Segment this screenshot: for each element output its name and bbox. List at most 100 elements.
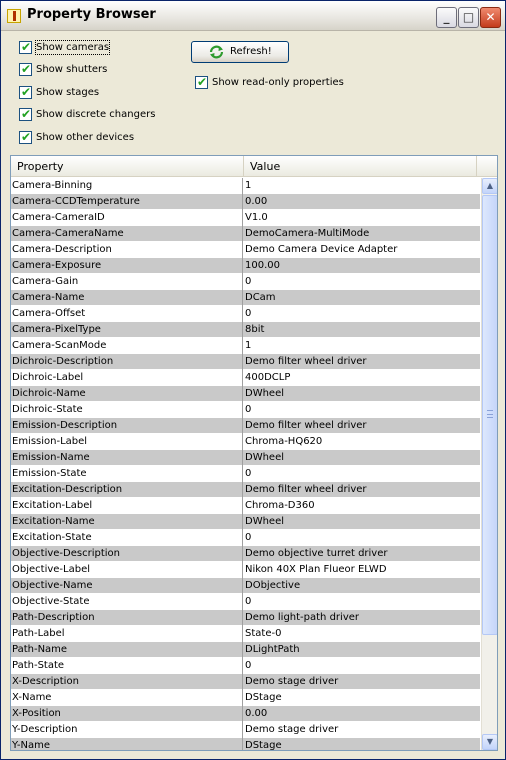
table-row[interactable]: Objective-State 0 (11, 594, 480, 610)
table-row[interactable]: Path-Name DLightPath (11, 642, 480, 658)
table-row[interactable]: Dichroic-Name DWheel (11, 386, 480, 402)
value-cell[interactable]: DWheel (244, 386, 480, 402)
value-cell[interactable]: 0 (244, 274, 480, 290)
show-other-devices-checkbox[interactable]: ✔ Show other devices (19, 130, 149, 145)
scroll-down-button[interactable]: ▼ (482, 734, 497, 750)
table-row[interactable]: Dichroic-State 0 (11, 402, 480, 418)
value-cell[interactable]: Demo filter wheel driver (244, 482, 480, 498)
table-row[interactable]: Camera-Exposure 100.00 (11, 258, 480, 274)
table-row[interactable]: Emission-Description Demo filter wheel dr… (11, 418, 480, 434)
value-cell[interactable]: 0 (244, 530, 480, 546)
value-cell[interactable]: DWheel (244, 450, 480, 466)
table-row[interactable]: Y-Name DStage (11, 738, 480, 750)
value-cell[interactable]: DCam (244, 290, 480, 306)
table-row[interactable]: Objective-Description Demo objective turr… (11, 546, 480, 562)
table-row[interactable]: Camera-PixelType 8bit (11, 322, 480, 338)
table-row[interactable]: Path-Label State-0 (11, 626, 480, 642)
table-row[interactable]: Excitation-Name DWheel (11, 514, 480, 530)
table-row[interactable]: Camera-Offset 0 (11, 306, 480, 322)
table-row[interactable]: Camera-ScanMode 1 (11, 338, 480, 354)
table-row[interactable]: Excitation-Description Demo filter wheel … (11, 482, 480, 498)
checkmark-icon: ✔ (197, 75, 208, 89)
column-header-property[interactable]: Property (11, 156, 244, 177)
value-cell[interactable]: 0 (244, 402, 480, 418)
value-cell[interactable]: Demo stage driver (244, 674, 480, 690)
checkbox-box: ✔ (195, 75, 208, 89)
value-cell[interactable]: 0 (244, 466, 480, 482)
show-other-devices-label: Show other devices (36, 132, 135, 143)
table-row[interactable]: Camera-Gain 0 (11, 274, 480, 290)
value-cell[interactable]: DObjective (244, 578, 480, 594)
property-cell: Camera-PixelType (11, 322, 243, 338)
show-readonly-checkbox[interactable]: ✔ Show read-only properties (195, 75, 345, 90)
table-row[interactable]: Emission-Label Chroma-HQ620 (11, 434, 480, 450)
property-cell: Objective-Description (11, 546, 243, 562)
table-row[interactable]: X-Name DStage (11, 690, 480, 706)
table-row[interactable]: Path-Description Demo light-path driver (11, 610, 480, 626)
scroll-up-button[interactable]: ▲ (482, 178, 497, 194)
show-discrete-changers-checkbox[interactable]: ✔ Show discrete changers (19, 107, 169, 122)
table-row[interactable]: Emission-State 0 (11, 466, 480, 482)
value-cell[interactable]: Demo filter wheel driver (244, 418, 480, 434)
table-row[interactable]: Camera-CameraID V1.0 (11, 210, 480, 226)
value-cell[interactable]: DWheel (244, 514, 480, 530)
value-cell[interactable]: 0.00 (244, 194, 480, 210)
minimize-button[interactable]: _ (436, 7, 457, 28)
value-cell[interactable]: 0 (244, 306, 480, 322)
table-row[interactable]: Objective-Name DObjective (11, 578, 480, 594)
table-row[interactable]: Objective-Label Nikon 40X Plan Flueor ELW… (11, 562, 480, 578)
value-cell[interactable]: DLightPath (244, 642, 480, 658)
vertical-scrollbar[interactable]: ▲ ▼ (481, 178, 497, 750)
property-cell: Objective-Label (11, 562, 243, 578)
table-body: Camera-Binning 1 Camera-CCDTemperature 0.00… (11, 178, 480, 750)
show-stages-label: Show stages (36, 87, 100, 98)
value-cell[interactable]: V1.0 (244, 210, 480, 226)
table-row[interactable]: Emission-Name DWheel (11, 450, 480, 466)
value-cell[interactable]: 0.00 (244, 706, 480, 722)
column-header-value[interactable]: Value (244, 156, 477, 177)
value-cell[interactable]: 1 (244, 338, 480, 354)
table-row[interactable]: Dichroic-Label 400DCLP (11, 370, 480, 386)
value-cell[interactable]: Demo stage driver (244, 722, 480, 738)
value-cell[interactable]: 1 (244, 178, 480, 194)
table-row[interactable]: Camera-Description Demo Camera Device Ada… (11, 242, 480, 258)
value-cell[interactable]: Demo light-path driver (244, 610, 480, 626)
table-row[interactable]: X-Position 0.00 (11, 706, 480, 722)
value-cell[interactable]: DStage (244, 738, 480, 750)
value-cell[interactable]: State-0 (244, 626, 480, 642)
column-header-filler (477, 156, 497, 177)
value-cell[interactable]: Demo Camera Device Adapter (244, 242, 480, 258)
value-cell[interactable]: Chroma-HQ620 (244, 434, 480, 450)
value-cell[interactable]: Demo filter wheel driver (244, 354, 480, 370)
table-row[interactable]: Camera-Binning 1 (11, 178, 480, 194)
value-cell[interactable]: 8bit (244, 322, 480, 338)
value-cell[interactable]: 0 (244, 594, 480, 610)
title-bar[interactable]: Property Browser _ □ ✕ (1, 1, 505, 31)
close-button[interactable]: ✕ (480, 7, 501, 28)
table-row[interactable]: Path-State 0 (11, 658, 480, 674)
scroll-thumb[interactable] (482, 195, 497, 635)
maximize-button[interactable]: □ (458, 7, 479, 28)
value-cell[interactable]: DStage (244, 690, 480, 706)
show-stages-checkbox[interactable]: ✔ Show stages (19, 85, 129, 100)
table-row[interactable]: X-Description Demo stage driver (11, 674, 480, 690)
value-cell[interactable]: DemoCamera-MultiMode (244, 226, 480, 242)
table-row[interactable]: Camera-CCDTemperature 0.00 (11, 194, 480, 210)
property-cell: Excitation-State (11, 530, 243, 546)
refresh-button[interactable]: Refresh! (191, 41, 289, 63)
value-cell[interactable]: Demo objective turret driver (244, 546, 480, 562)
value-cell[interactable]: 0 (244, 658, 480, 674)
table-row[interactable]: Y-Description Demo stage driver (11, 722, 480, 738)
value-cell[interactable]: Chroma-D360 (244, 498, 480, 514)
table-row[interactable]: Excitation-State 0 (11, 530, 480, 546)
show-shutters-checkbox[interactable]: ✔ Show shutters (19, 62, 129, 77)
value-cell[interactable]: Nikon 40X Plan Flueor ELWD (244, 562, 480, 578)
table-row[interactable]: Camera-Name DCam (11, 290, 480, 306)
property-cell: Emission-State (11, 466, 243, 482)
table-row[interactable]: Excitation-Label Chroma-D360 (11, 498, 480, 514)
table-row[interactable]: Camera-CameraName DemoCamera-MultiMode (11, 226, 480, 242)
value-cell[interactable]: 400DCLP (244, 370, 480, 386)
table-row[interactable]: Dichroic-Description Demo filter wheel dr… (11, 354, 480, 370)
show-cameras-checkbox[interactable]: ✔ Show cameras (19, 40, 129, 55)
value-cell[interactable]: 100.00 (244, 258, 480, 274)
